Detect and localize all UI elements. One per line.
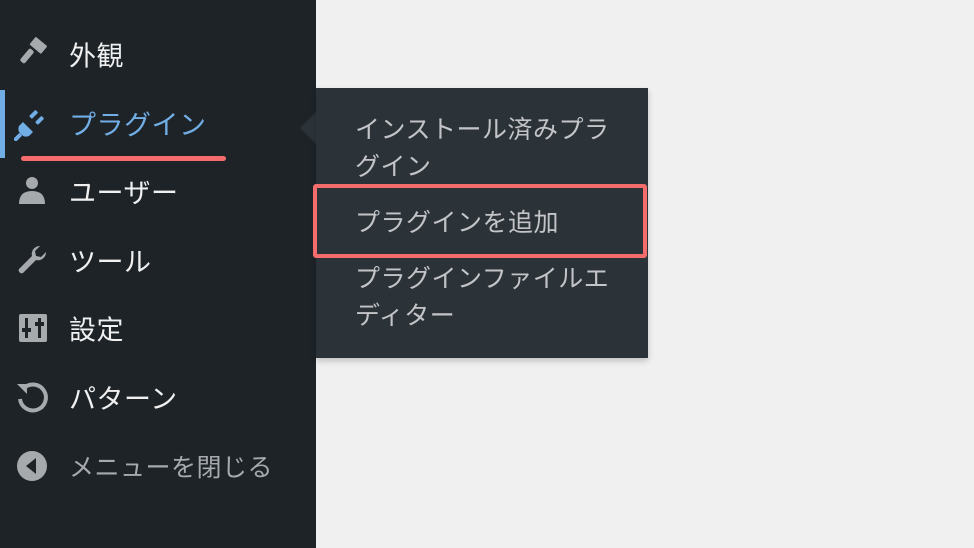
sidebar-item-appearance[interactable]: 外観 — [0, 24, 316, 84]
sidebar-item-label: パターン — [69, 384, 178, 416]
wrench-icon — [14, 242, 50, 278]
sidebar-item-label: 外観 — [69, 41, 124, 73]
user-icon — [14, 173, 50, 209]
sidebar-item-label: ユーザー — [69, 178, 179, 210]
sidebar-item-label: メニューを閉じる — [69, 453, 274, 482]
patterns-refresh-icon — [14, 379, 50, 415]
sidebar-item-plugins[interactable]: プラグイン — [0, 93, 316, 153]
sidebar-item-settings[interactable]: 設定 — [0, 298, 316, 358]
sidebar-item-label: プラグイン — [69, 110, 207, 142]
submenu-pointer — [300, 112, 316, 144]
sidebar-item-patterns[interactable]: パターン — [0, 367, 316, 427]
admin-sidebar: 外観 プラグイン ユーザー ツール 設定 パターン メニューを閉じる — [0, 0, 316, 548]
settings-sliders-icon — [14, 310, 50, 346]
paint-brush-icon — [14, 36, 50, 72]
main-content-area — [316, 0, 974, 548]
sidebar-item-label: 設定 — [69, 315, 124, 347]
collapse-arrow-icon — [14, 448, 50, 484]
plugin-icon — [14, 105, 50, 141]
sidebar-item-label: ツール — [69, 247, 152, 279]
sidebar-item-tools[interactable]: ツール — [0, 230, 316, 290]
sidebar-item-users[interactable]: ユーザー — [0, 161, 316, 221]
collapse-menu-button[interactable]: メニューを閉じる — [0, 436, 316, 496]
